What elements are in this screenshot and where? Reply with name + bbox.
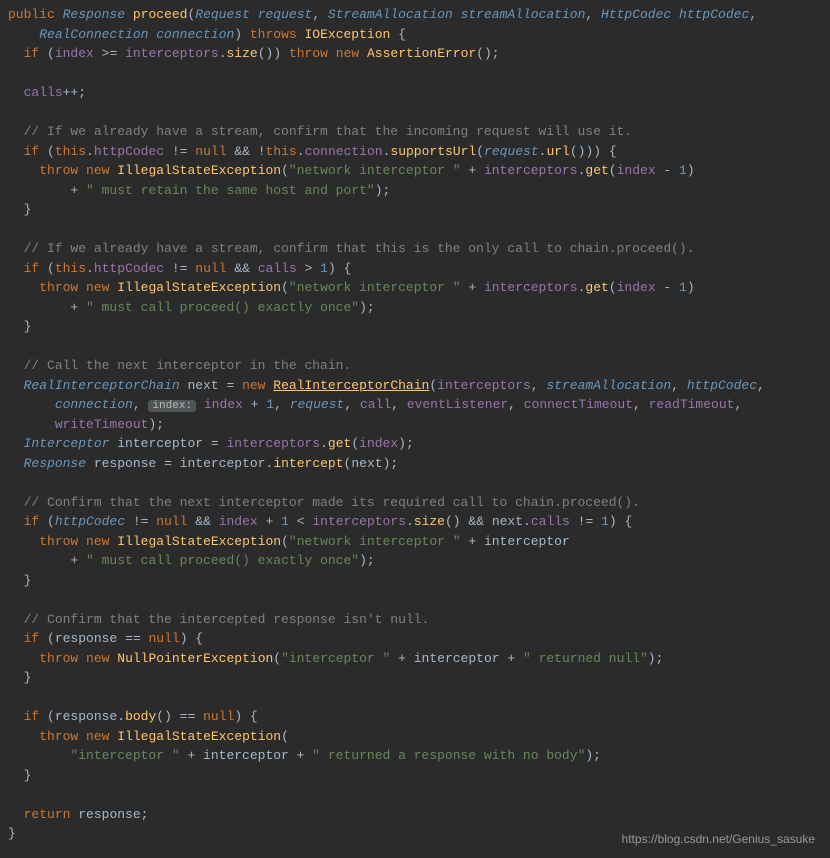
- code-line: if (this.httpCodec != null && calls > 1)…: [24, 261, 352, 276]
- code-line: if (index >= interceptors.size()) throw …: [24, 46, 500, 61]
- code-line: + " must call proceed() exactly once");: [70, 300, 374, 315]
- code-line: throw new NullPointerException("intercep…: [39, 651, 663, 666]
- code-line: // Confirm that the next interceptor mad…: [24, 495, 640, 510]
- code-line: calls++;: [24, 85, 86, 100]
- code-line: if (httpCodec != null && index + 1 < int…: [24, 514, 633, 529]
- watermark-text: https://blog.csdn.net/Genius_sasuke: [622, 830, 815, 848]
- code-editor[interactable]: public Response proceed(Request request,…: [0, 0, 830, 849]
- code-line: return response;: [24, 807, 149, 822]
- code-line: }: [24, 670, 32, 685]
- code-line: }: [24, 768, 32, 783]
- code-line: if (response == null) {: [24, 631, 203, 646]
- parameter-hint: index:: [148, 400, 196, 412]
- code-line: throw new IllegalStateException("network…: [39, 163, 694, 178]
- code-line: RealConnection connection) throws IOExce…: [39, 27, 406, 42]
- code-line: writeTimeout);: [55, 417, 164, 432]
- code-line: Interceptor interceptor = interceptors.g…: [24, 436, 414, 451]
- code-line: RealInterceptorChain next = new RealInte…: [24, 378, 765, 393]
- code-line: // Confirm that the intercepted response…: [24, 612, 430, 627]
- code-line: throw new IllegalStateException("network…: [39, 280, 694, 295]
- code-line: // Call the next interceptor in the chai…: [24, 358, 352, 373]
- code-line: "interceptor " + interceptor + " returne…: [70, 748, 601, 763]
- code-line: // If we already have a stream, confirm …: [24, 241, 695, 256]
- code-line: }: [8, 826, 16, 841]
- code-line: if (response.body() == null) {: [24, 709, 258, 724]
- code-line: Response response = interceptor.intercep…: [24, 456, 399, 471]
- code-line: public Response proceed(Request request,…: [8, 7, 757, 22]
- code-line: }: [24, 319, 32, 334]
- code-line: throw new IllegalStateException(: [39, 729, 289, 744]
- code-line: connection, index: index + 1, request, c…: [55, 397, 742, 412]
- code-line: }: [24, 573, 32, 588]
- code-line: throw new IllegalStateException("network…: [39, 534, 570, 549]
- code-line: // If we already have a stream, confirm …: [24, 124, 633, 139]
- code-line: }: [24, 202, 32, 217]
- code-line: + " must retain the same host and port")…: [70, 183, 390, 198]
- code-line: if (this.httpCodec != null && !this.conn…: [24, 144, 617, 159]
- code-line: + " must call proceed() exactly once");: [70, 553, 374, 568]
